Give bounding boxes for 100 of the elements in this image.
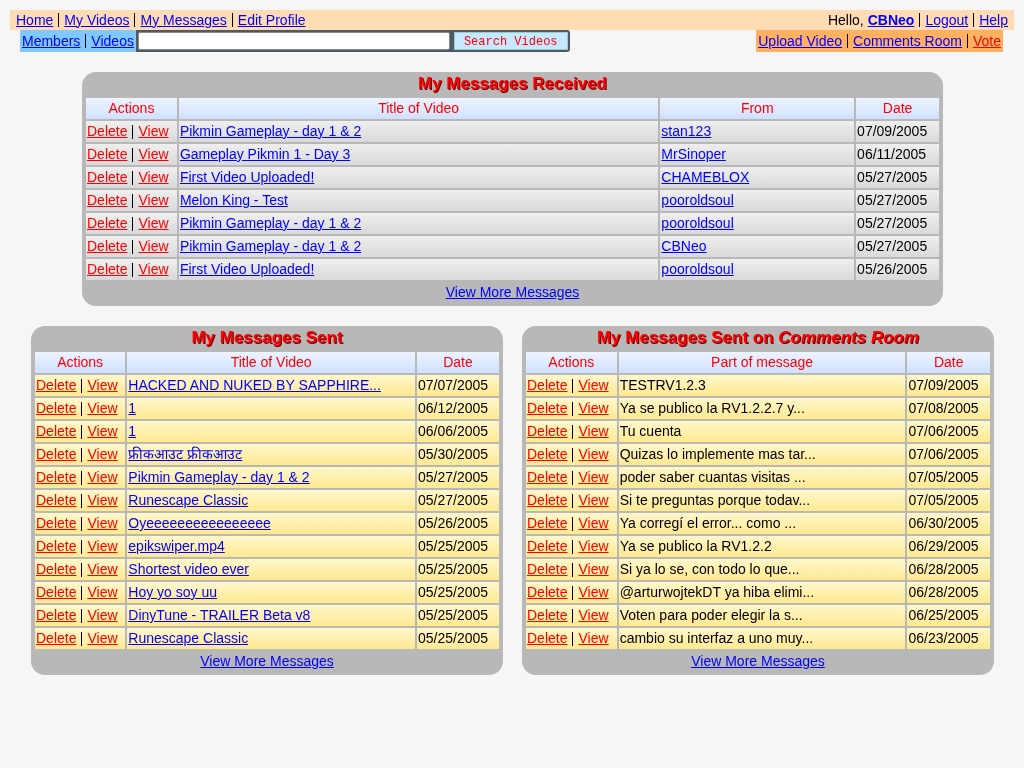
date-text: 05/27/2005 <box>418 492 489 508</box>
delete-link[interactable]: Delete <box>36 582 77 603</box>
nav-link[interactable]: My Videos <box>64 9 130 31</box>
view-link[interactable]: View <box>138 167 169 188</box>
view-link[interactable]: View <box>138 236 169 257</box>
delete-link[interactable]: Delete <box>527 582 568 603</box>
delete-link[interactable]: Delete <box>36 490 77 511</box>
username-link[interactable]: CBNeo <box>867 9 915 31</box>
date-text: 05/25/2005 <box>418 630 489 646</box>
delete-link[interactable]: Delete <box>87 144 128 165</box>
view-link[interactable]: View <box>578 467 609 488</box>
delete-link[interactable]: Delete <box>527 421 568 442</box>
video-title-link[interactable]: First Video Uploaded! <box>179 169 315 185</box>
delete-link[interactable]: Delete <box>36 513 77 534</box>
view-link[interactable]: View <box>578 513 609 534</box>
video-title-link[interactable]: 1 <box>128 423 137 439</box>
date-text: 06/06/2005 <box>418 423 489 439</box>
view-link[interactable]: View <box>138 259 169 280</box>
delete-link[interactable]: Delete <box>36 444 77 465</box>
view-link[interactable]: View <box>87 559 118 580</box>
view-link[interactable]: View <box>578 628 609 649</box>
message-excerpt: Si te preguntas porque todav... <box>619 492 811 508</box>
video-title-link[interactable]: First Video Uploaded! <box>179 261 315 277</box>
nav-link[interactable]: Vote <box>972 30 1001 52</box>
view-link[interactable]: View <box>87 467 118 488</box>
view-link[interactable]: View <box>578 605 609 626</box>
panel-title: My Messages Sent on Comments Room <box>595 327 921 349</box>
delete-link[interactable]: Delete <box>527 398 568 419</box>
view-link[interactable]: View <box>87 421 118 442</box>
column-header: Date <box>855 97 940 120</box>
search-field[interactable] <box>137 32 450 50</box>
column-header: Date <box>416 351 500 374</box>
delete-link[interactable]: Delete <box>36 605 77 626</box>
delete-link[interactable]: Delete <box>36 421 77 442</box>
delete-link[interactable]: Delete <box>36 628 77 649</box>
view-link[interactable]: View <box>138 121 169 142</box>
view-link[interactable]: View <box>138 144 169 165</box>
delete-link[interactable]: Delete <box>36 559 77 580</box>
delete-link[interactable]: Delete <box>87 190 128 211</box>
view-link[interactable]: View <box>87 605 118 626</box>
view-more-link[interactable]: View More Messages <box>691 653 825 669</box>
view-link[interactable]: View <box>578 559 609 580</box>
delete-link[interactable]: Delete <box>36 536 77 557</box>
view-link[interactable]: View <box>578 421 609 442</box>
delete-link[interactable]: Delete <box>87 236 128 257</box>
nav-link[interactable]: Members <box>22 30 81 52</box>
delete-link[interactable]: Delete <box>527 628 568 649</box>
view-more-link[interactable]: View More Messages <box>200 653 334 669</box>
view-link[interactable]: View <box>87 444 118 465</box>
sender-link[interactable]: stan123 <box>661 123 712 139</box>
view-link[interactable]: View <box>138 190 169 211</box>
nav-link[interactable]: Edit Profile <box>237 9 306 31</box>
nav-link[interactable]: Comments Room <box>853 30 962 52</box>
view-link[interactable]: View <box>578 490 609 511</box>
view-more-link[interactable]: View More Messages <box>445 284 580 300</box>
date-text: 06/30/2005 <box>908 515 979 531</box>
view-link[interactable]: View <box>87 490 118 511</box>
delete-link[interactable]: Delete <box>36 375 77 396</box>
view-link[interactable]: View <box>578 375 609 396</box>
nav-link[interactable]: Logout <box>925 9 969 31</box>
delete-link[interactable]: Delete <box>527 559 568 580</box>
delete-link[interactable]: Delete <box>87 121 128 142</box>
view-link[interactable]: View <box>578 444 609 465</box>
nav-link[interactable]: Help <box>979 9 1008 31</box>
view-link[interactable]: View <box>578 398 609 419</box>
view-link[interactable]: View <box>87 513 118 534</box>
nav-link[interactable]: Upload Video <box>758 30 843 52</box>
video-title-link[interactable]: Melon King - Test <box>179 192 288 208</box>
delete-link[interactable]: Delete <box>36 398 77 419</box>
delete-link[interactable]: Delete <box>527 444 568 465</box>
message-excerpt: Tu cuenta <box>619 423 682 439</box>
delete-link[interactable]: Delete <box>87 213 128 234</box>
nav-link[interactable]: My Messages <box>140 9 227 31</box>
date-text: 05/30/2005 <box>418 446 489 462</box>
delete-link[interactable]: Delete <box>36 467 77 488</box>
nav-link[interactable]: Home <box>16 9 54 31</box>
video-title-link[interactable]: 1 <box>128 400 137 416</box>
message-excerpt: Voten para poder elegir la s... <box>619 607 803 623</box>
delete-link[interactable]: Delete <box>527 467 568 488</box>
view-link[interactable]: View <box>87 375 118 396</box>
search-button[interactable]: Search Videos <box>453 32 568 50</box>
view-link[interactable]: View <box>138 213 169 234</box>
view-link[interactable]: View <box>87 582 118 603</box>
date-text: 06/11/2005 <box>857 146 927 162</box>
view-link[interactable]: View <box>87 628 118 649</box>
delete-link[interactable]: Delete <box>527 513 568 534</box>
delete-link[interactable]: Delete <box>527 490 568 511</box>
view-link[interactable]: View <box>578 536 609 557</box>
delete-link[interactable]: Delete <box>527 375 568 396</box>
delete-link[interactable]: Delete <box>527 605 568 626</box>
nav-link[interactable]: Videos <box>91 30 134 52</box>
panel-title: My Messages Sent <box>190 327 344 349</box>
view-link[interactable]: View <box>87 398 118 419</box>
delete-link[interactable]: Delete <box>527 536 568 557</box>
delete-link[interactable]: Delete <box>87 167 128 188</box>
view-link[interactable]: View <box>578 582 609 603</box>
sender-link[interactable]: CBNeo <box>661 238 707 254</box>
delete-link[interactable]: Delete <box>87 259 128 280</box>
column-header: Title of Video <box>126 351 416 374</box>
view-link[interactable]: View <box>87 536 118 557</box>
